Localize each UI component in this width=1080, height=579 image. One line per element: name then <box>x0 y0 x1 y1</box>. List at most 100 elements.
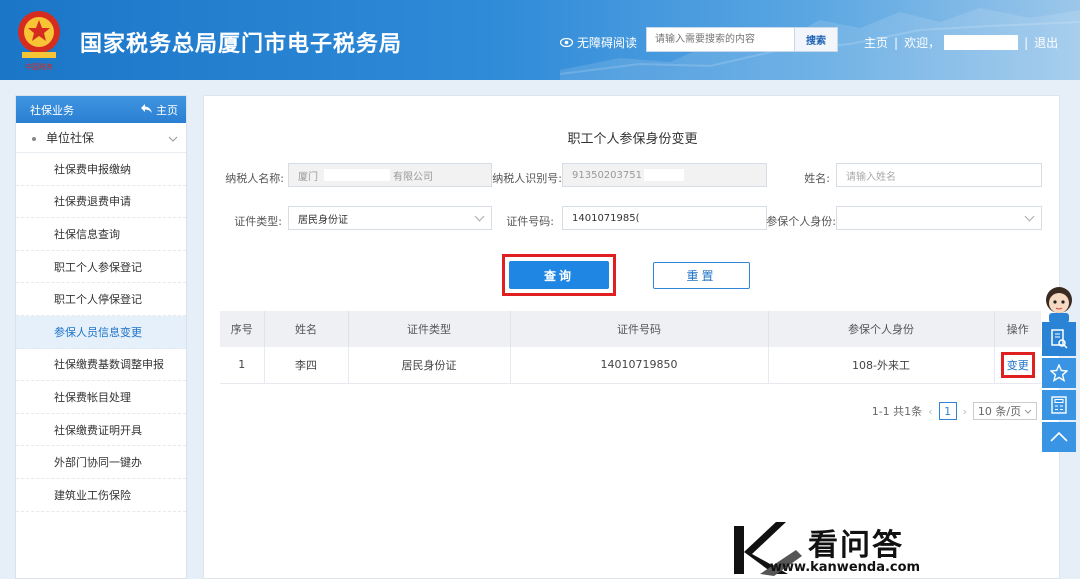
table-header-row: 序号 姓名 证件类型 证件号码 参保个人身份 操作 <box>220 311 1041 347</box>
id-type-select[interactable]: 居民身份证 <box>288 206 492 230</box>
top-header: 中国税务 国家税务总局厦门市电子税务局 无障碍阅读 搜索 主页 | 欢迎， | … <box>0 0 1080 80</box>
cell-id-type: 居民身份证 <box>348 347 511 384</box>
eye-icon <box>559 36 574 50</box>
watermark-text: 看问答 <box>808 528 904 563</box>
sidebar-item[interactable]: 建筑业工伤保险 <box>16 479 186 512</box>
page-size-value: 10 条/页 <box>977 405 1022 418</box>
col-header-id-number: 证件号码 <box>510 311 769 347</box>
nav-separator: | <box>894 35 899 50</box>
sidebar-item-active[interactable]: 参保人员信息变更 <box>16 315 186 349</box>
table-row: 1 李四 居民身份证 14010719850 108-外来工 变更 <box>220 347 1041 384</box>
page-number-current[interactable]: 1 <box>938 402 957 420</box>
favorite-button[interactable] <box>1042 358 1076 388</box>
taxpayer-id-value: 91350203751 <box>572 169 642 181</box>
document-search-icon <box>1051 329 1068 349</box>
cell-identity: 108-外来工 <box>768 347 995 384</box>
sidebar-item[interactable]: 社保缴费证明开具 <box>16 414 186 447</box>
svg-text:中国税务: 中国税务 <box>25 62 53 71</box>
id-number-value: 1401071985( <box>572 212 640 224</box>
top-nav: 主页 | 欢迎， | 退出 <box>864 34 1058 51</box>
col-header-identity: 参保个人身份 <box>768 311 995 347</box>
calculator-button[interactable] <box>1042 390 1076 420</box>
next-page-icon[interactable]: › <box>963 405 967 418</box>
sidebar-item[interactable]: 职工个人参保登记 <box>16 251 186 284</box>
username-redacted <box>944 35 1019 50</box>
nav-home-link[interactable]: 主页 <box>864 34 888 51</box>
taxpayer-id-label: 纳税人识别号: <box>492 172 562 185</box>
name-input[interactable]: 请输入姓名 <box>836 163 1042 187</box>
id-type-label: 证件类型: <box>234 215 282 228</box>
calculator-icon <box>1051 396 1067 414</box>
cell-action: 变更 <box>994 347 1041 384</box>
sidebar-item[interactable]: 职工个人停保登记 <box>16 283 186 316</box>
identity-label: 参保个人身份: <box>766 215 836 228</box>
id-number-label: 证件号码: <box>506 215 554 228</box>
search-input[interactable] <box>646 27 794 52</box>
sidebar-item-label: 建筑业工伤保险 <box>54 488 131 502</box>
chevron-down-icon <box>474 211 485 222</box>
floating-toolbar <box>1042 322 1076 454</box>
reset-button[interactable]: 重置 <box>653 262 750 289</box>
sidebar-item[interactable]: 社保缴费基数调整申报 <box>16 349 186 382</box>
col-header-action: 操作 <box>994 311 1041 347</box>
sidebar-home-link[interactable]: 主页 <box>141 102 178 118</box>
id-number-input[interactable]: 1401071985( <box>562 206 767 230</box>
page-title: 职工个人参保身份变更 <box>567 132 698 147</box>
sidebar-home-label: 主页 <box>156 103 178 117</box>
chevron-down-icon <box>168 131 178 145</box>
col-header-id-type: 证件类型 <box>348 311 511 347</box>
watermark-url: www.kanwenda.com <box>770 560 921 575</box>
logout-link[interactable]: 退出 <box>1034 34 1058 51</box>
sidebar-item-label: 社保费申报缴纳 <box>54 162 131 176</box>
identity-select[interactable] <box>836 206 1042 230</box>
back-to-top-button[interactable] <box>1042 422 1076 452</box>
pagination-summary: 1-1 共1条 <box>871 405 923 418</box>
col-header-name: 姓名 <box>264 311 349 347</box>
query-button[interactable]: 查询 <box>509 261 609 289</box>
chevron-up-icon <box>1050 432 1068 442</box>
sidebar-item-label: 社保缴费基数调整申报 <box>54 358 164 372</box>
sidebar-item[interactable]: 社保信息查询 <box>16 218 186 251</box>
results-table: 序号 姓名 证件类型 证件号码 参保个人身份 操作 1 李四 居民身份证 140… <box>220 311 1041 384</box>
tax-emblem-logo: 中国税务 <box>18 11 60 71</box>
site-title: 国家税务总局厦门市电子税务局 <box>80 32 403 57</box>
chevron-down-icon <box>1024 211 1035 222</box>
assistant-mascot-icon[interactable] <box>1041 284 1077 324</box>
sidebar-item-label: 社保费退费申请 <box>54 195 131 209</box>
main-panel: 职工个人参保身份变更 纳税人名称: 厦门 有限公司 纳税人识别号: 913502… <box>203 95 1060 579</box>
name-label: 姓名: <box>804 172 830 185</box>
taxpayer-id-field: 91350203751 <box>562 163 767 187</box>
col-header-no: 序号 <box>220 311 265 347</box>
consult-button[interactable] <box>1042 322 1076 356</box>
cell-no: 1 <box>220 347 265 384</box>
nav-separator: | <box>1024 35 1029 50</box>
sidebar-item-label: 参保人员信息变更 <box>54 325 142 339</box>
accessible-reading-label: 无障碍阅读 <box>577 36 638 50</box>
taxpayer-name-field: 厦门 有限公司 <box>288 163 492 187</box>
sidebar-header: 社保业务 主页 <box>16 96 186 123</box>
change-link[interactable]: 变更 <box>1000 351 1035 378</box>
sidebar-item[interactable]: 社保费申报缴纳 <box>16 153 186 186</box>
redaction-mask <box>644 169 684 181</box>
cell-name: 李四 <box>264 347 349 384</box>
page-size-select[interactable]: 10 条/页 <box>973 402 1037 420</box>
query-button-highlight: 查询 <box>502 254 616 296</box>
sidebar-item[interactable]: 社保费退费申请 <box>16 186 186 219</box>
sidebar-group-unit-social-security[interactable]: 单位社保 <box>16 123 186 153</box>
prev-page-icon[interactable]: ‹ <box>928 405 932 418</box>
star-icon <box>1050 364 1068 382</box>
id-type-value: 居民身份证 <box>298 214 348 226</box>
sidebar-item[interactable]: 外部门协同一键办 <box>16 446 186 479</box>
sidebar-item-label: 社保费帐目处理 <box>54 390 131 404</box>
sidebar: 社保业务 主页 单位社保 社保费申报缴纳 社保费退费申请 社保信息查询 职工个人… <box>15 95 187 579</box>
taxpayer-name-value-start: 厦门 <box>298 171 318 183</box>
taxpayer-name-value-end: 有限公司 <box>393 171 433 183</box>
sidebar-item-label: 社保信息查询 <box>54 227 120 241</box>
sidebar-item[interactable]: 社保费帐目处理 <box>16 381 186 414</box>
search-button[interactable]: 搜索 <box>794 27 838 52</box>
accessible-reading-link[interactable]: 无障碍阅读 <box>559 34 638 51</box>
redaction-mask <box>324 169 390 181</box>
taxpayer-name-label: 纳税人名称: <box>225 172 284 185</box>
bullet-icon <box>32 136 36 141</box>
cell-id-number: 14010719850 <box>510 347 769 384</box>
